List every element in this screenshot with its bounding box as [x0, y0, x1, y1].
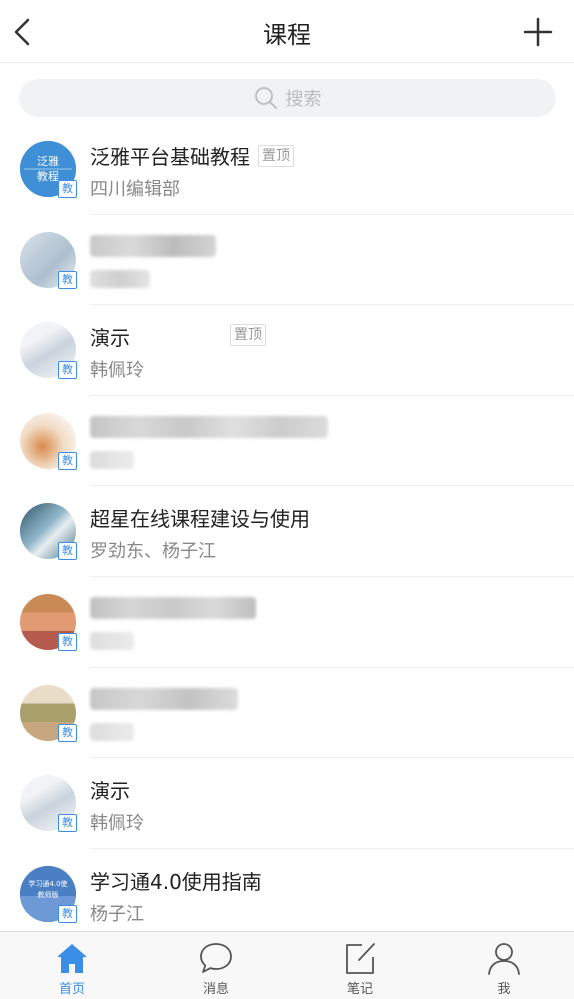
redacted-title [90, 687, 238, 710]
add-plus-icon[interactable] [522, 16, 554, 48]
course-item[interactable]: 教 [0, 668, 574, 759]
nav-bar: 课程 [0, 0, 574, 63]
search-icon [254, 87, 277, 109]
course-item[interactable]: 泛雅 教程 教 泛雅平台基础教程 置顶 四川编辑部 [0, 124, 574, 215]
redacted-subtitle [90, 450, 134, 469]
teacher-badge: 教 [58, 270, 77, 289]
course-title: 演示 [90, 779, 130, 804]
course-item[interactable]: 教 [0, 577, 574, 668]
tab-messages[interactable]: 消息 [166, 932, 266, 999]
course-list: 泛雅 教程 教 泛雅平台基础教程 置顶 四川编辑部 教 置顶 教 演示 韩佩玲 … [0, 124, 574, 939]
page-title: 课程 [263, 21, 311, 49]
svg-text:教师版: 教师版 [38, 890, 59, 899]
teacher-badge: 教 [58, 361, 77, 380]
course-title: 泛雅平台基础教程 [90, 145, 250, 169]
course-teacher: 罗劲东、杨子江 [90, 541, 216, 563]
svg-text:学习通4.0使: 学习通4.0使 [28, 879, 67, 888]
redacted-title [90, 415, 328, 438]
course-item[interactable]: 教 置顶 [0, 215, 574, 346]
redacted-title [90, 234, 216, 257]
course-title: 演示 [90, 326, 130, 351]
svg-text:泛雅: 泛雅 [37, 154, 59, 168]
search-input[interactable]: 搜索 [19, 79, 556, 117]
person-icon [488, 943, 520, 975]
course-item[interactable]: 教 演示 韩佩玲 [0, 305, 574, 396]
pinned-tag: 置顶 [258, 144, 294, 167]
bottom-tab-bar: 首页 消息 笔记 我 [0, 931, 574, 999]
course-item[interactable]: 教 超星在线课程建设与使用 罗劲东、杨子江 [0, 486, 574, 577]
teacher-badge: 教 [58, 814, 77, 833]
course-teacher: 杨子江 [90, 903, 144, 925]
course-item[interactable]: 教 演示 韩佩玲 [0, 758, 574, 849]
redacted-subtitle [90, 631, 134, 650]
teacher-badge: 教 [58, 904, 77, 923]
home-icon [57, 944, 87, 973]
course-teacher: 四川编辑部 [90, 179, 180, 200]
note-edit-icon [346, 943, 375, 974]
teacher-badge: 教 [58, 451, 77, 470]
redacted-subtitle [90, 722, 134, 741]
tab-messages-label: 消息 [202, 982, 229, 997]
tab-me[interactable]: 我 [454, 932, 554, 999]
tab-notes[interactable]: 笔记 [310, 932, 410, 999]
course-title: 超星在线课程建设与使用 [90, 507, 310, 532]
teacher-badge: 教 [58, 542, 77, 561]
tab-notes-label: 笔记 [346, 982, 373, 997]
tab-home-label: 首页 [58, 982, 85, 997]
course-item[interactable]: 教 [0, 396, 574, 487]
search-placeholder: 搜索 [285, 89, 322, 110]
course-item[interactable]: 学习通4.0使 教师版 教 学习通4.0使用指南 杨子江 [0, 849, 574, 940]
course-teacher: 韩佩玲 [90, 813, 144, 835]
redacted-subtitle [90, 269, 150, 288]
teacher-badge: 教 [58, 180, 77, 198]
teacher-badge: 教 [58, 723, 77, 742]
chat-bubble-icon [200, 943, 232, 973]
svg-text:教程: 教程 [37, 170, 59, 183]
tab-me-label: 我 [497, 982, 511, 997]
teacher-badge: 教 [58, 632, 77, 651]
course-title: 学习通4.0使用指南 [90, 869, 262, 894]
course-teacher: 韩佩玲 [90, 360, 144, 382]
tab-home[interactable]: 首页 [22, 932, 122, 999]
redacted-title [90, 596, 256, 619]
